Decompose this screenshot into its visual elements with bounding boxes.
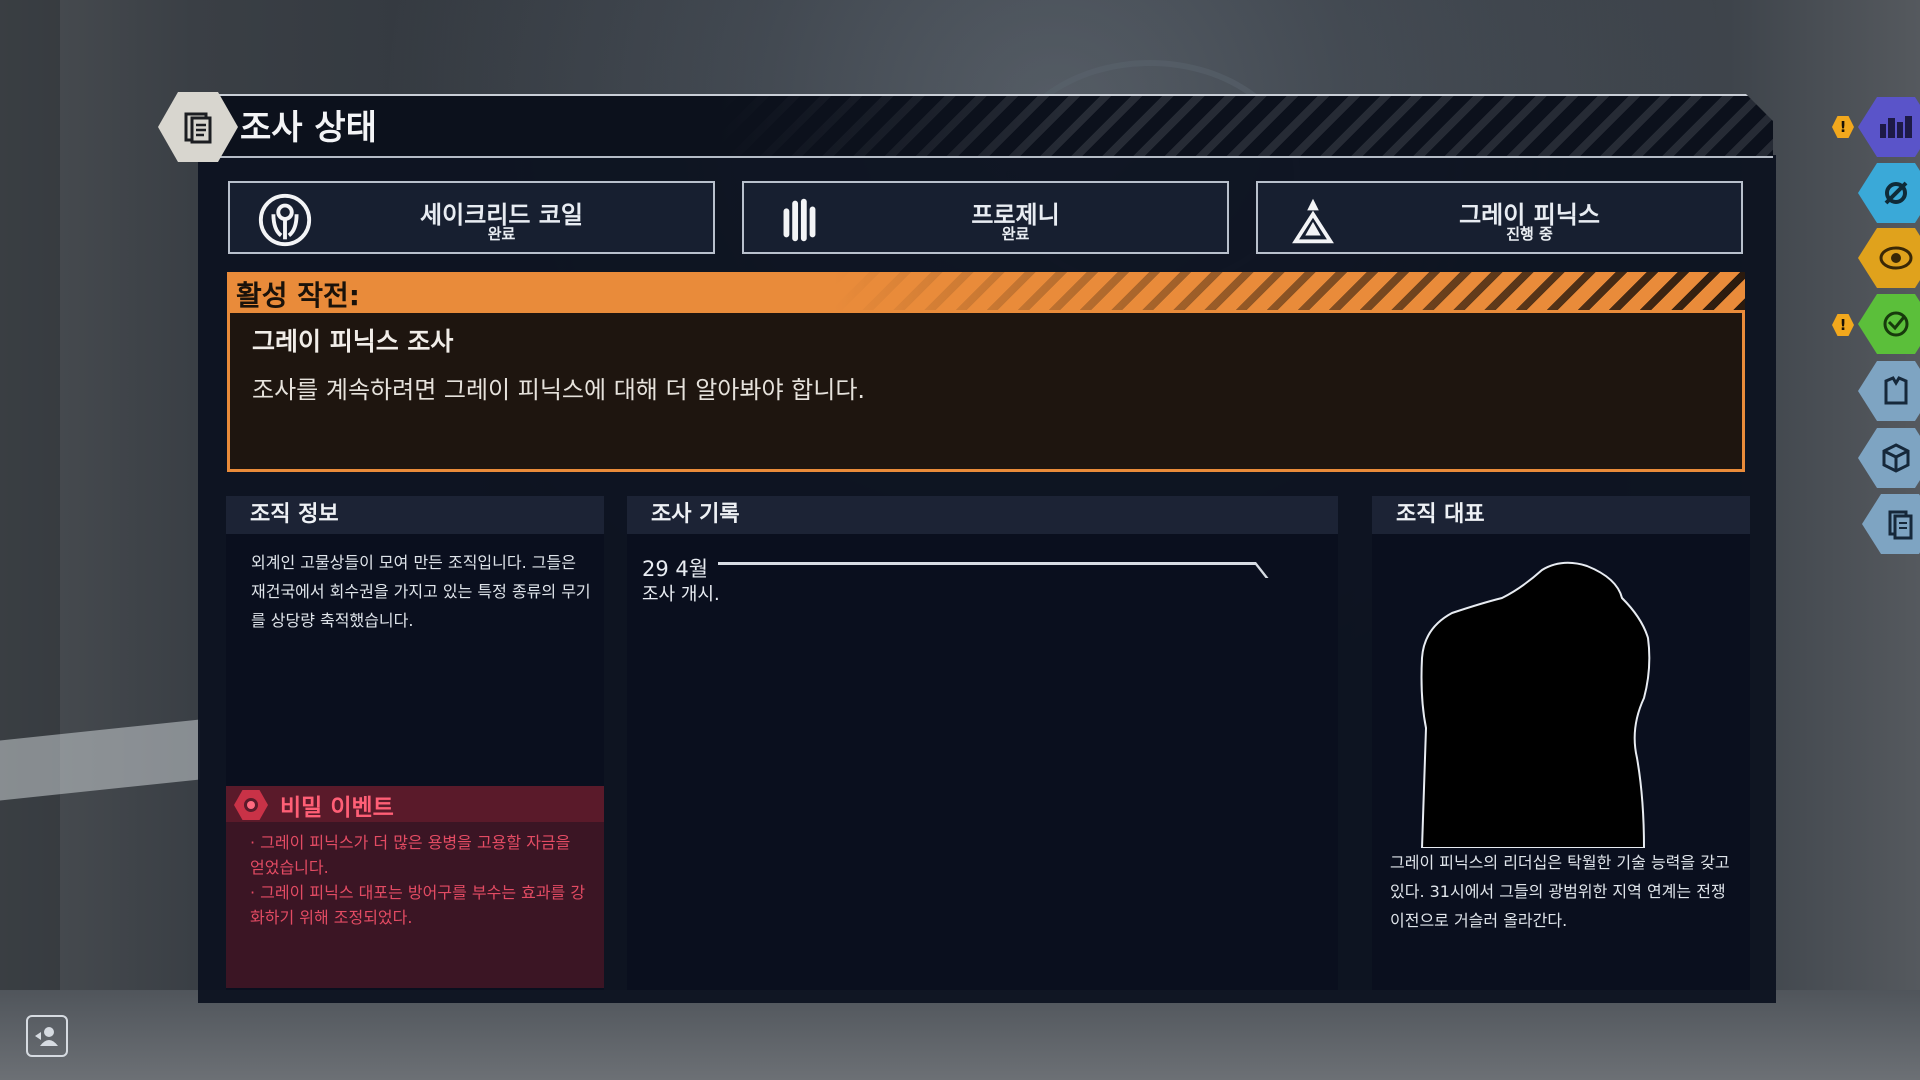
faction-status: 완료 [487,225,516,243]
log-entry-date: 29 4월 [642,557,709,581]
background-pillar [0,0,60,1080]
page-title: 조사 상태 [240,108,377,148]
leader-heading: 조직 대표 [1372,496,1750,534]
faction-tab-progeny[interactable]: 프로제니 완료 [742,181,1229,254]
supply-crate-icon [1882,443,1910,473]
secret-events-list: · 그레이 피닉스가 더 많은 용병을 고용할 자금을 얻었습니다. · 그레이… [250,830,590,930]
document-icon [1888,510,1913,540]
timeline-line [718,562,1256,565]
secret-events-panel: 비밀 이벤트 · 그레이 피닉스가 더 많은 용병을 고용할 자금을 얻었습니다… [226,786,604,988]
faction-tab-sacred-coil[interactable]: 세이크리드 코일 완료 [228,181,715,254]
squad-button[interactable] [26,1015,68,1057]
eye-icon [1879,246,1913,270]
secret-events-heading: 비밀 이벤트 [280,795,394,821]
background-floor [0,990,1920,1080]
network-icon [1883,311,1909,337]
leader-silhouette [1420,561,1651,848]
investigation-log-panel: 조사 기록 [627,496,1338,990]
list-item: · 그레이 피닉스 대포는 방어구를 부수는 효과를 강화하기 위해 조정되었다… [250,883,586,927]
armor-icon [1884,376,1908,405]
active-op-title: 그레이 피닉스 조사 [252,327,454,356]
city-icon [1880,116,1912,138]
faction-tab-grey-phoenix[interactable]: 그레이 피닉스 진행 중 [1256,181,1743,254]
faction-tabs: 세이크리드 코일 완료 프로제니 완료 그레이 피닉스 진행 중 [228,181,1744,254]
log-entry-text: 조사 개시. [642,584,720,605]
title-bar [178,94,1773,158]
active-op-header [227,272,1745,310]
active-op-description: 조사를 계속하려면 그레이 피닉스에 대해 더 알아봐야 합니다. [252,376,866,404]
leader-description: 그레이 피닉스의 리더십은 탁월한 기술 능력을 갖고 있다. 31시에서 그들… [1390,853,1730,930]
investigation-log-heading: 조사 기록 [627,496,1338,534]
faction-status: 완료 [1001,225,1030,243]
title-divider [178,156,1773,158]
squad-icon [35,1027,58,1046]
list-item: · 그레이 피닉스가 더 많은 용병을 고용할 자금을 얻었습니다. [250,833,571,877]
faction-status: 진행 중 [1506,225,1553,243]
org-info-description: 외계인 고물상들이 모여 만든 조직입니다. 그들은 재건국에서 회수권을 가지… [251,553,591,630]
active-op-label: 활성 작전: [236,279,360,312]
sabotage-icon [1884,181,1908,205]
org-info-heading: 조직 정보 [226,496,604,534]
